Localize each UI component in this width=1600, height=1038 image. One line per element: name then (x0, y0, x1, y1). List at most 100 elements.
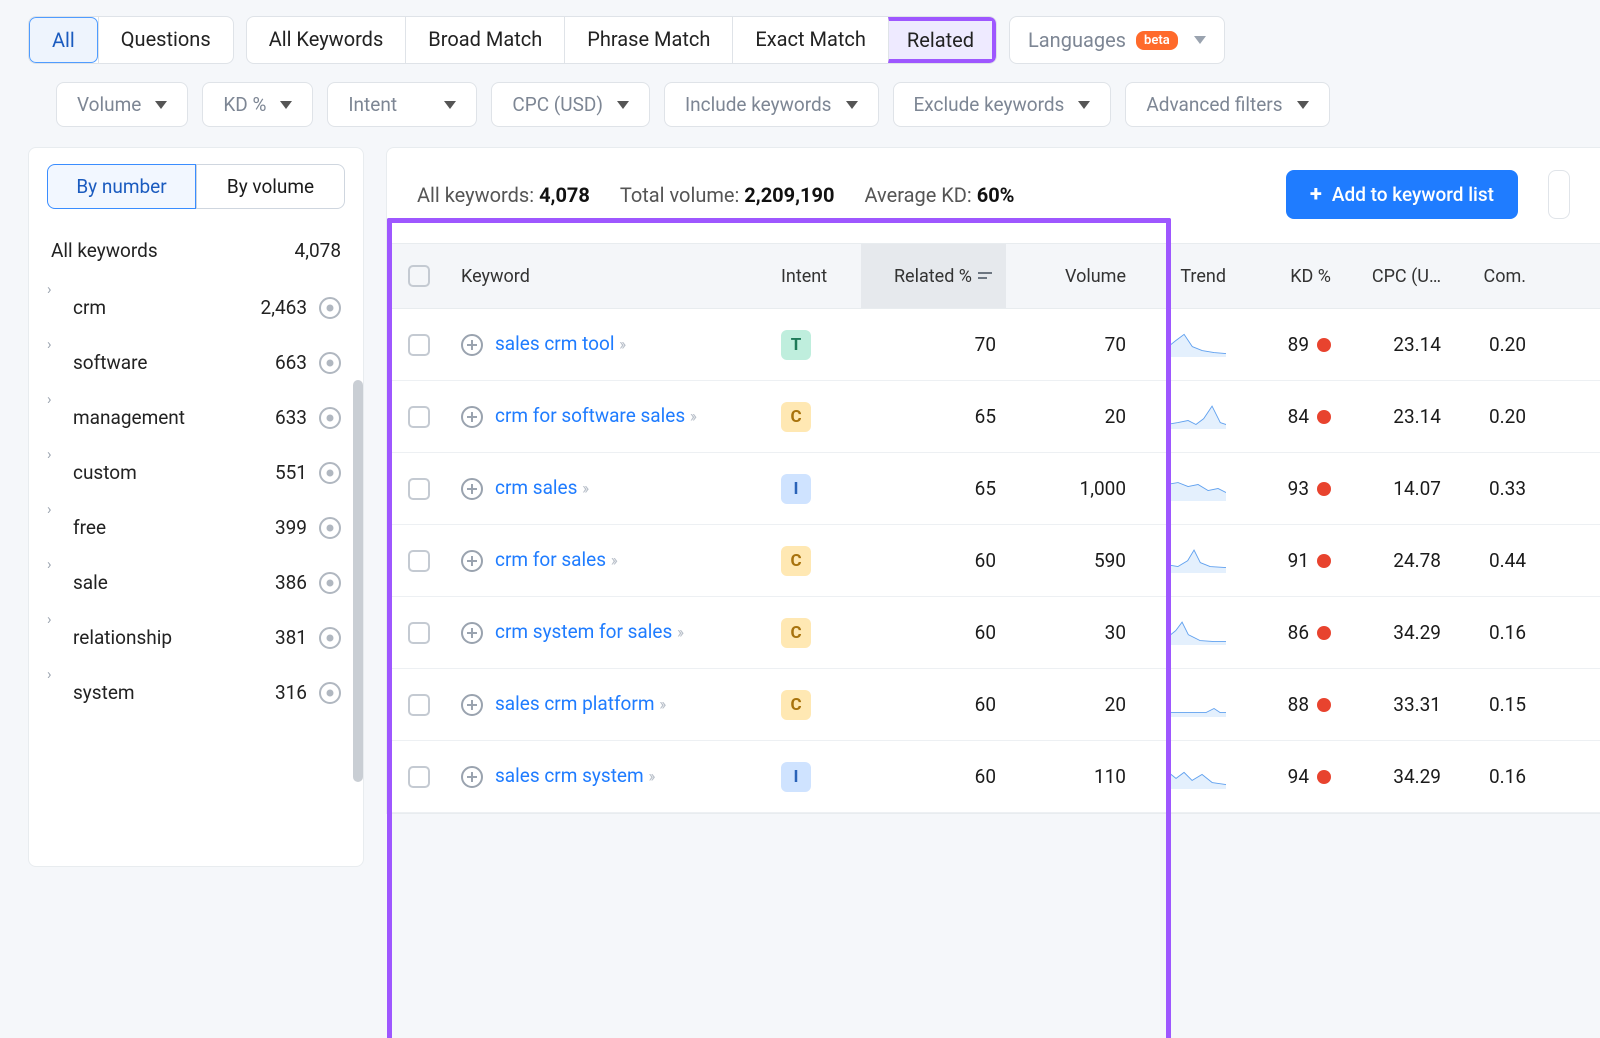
tab-broad-match[interactable]: Broad Match (405, 17, 564, 63)
open-icon[interactable]: ›› (677, 623, 681, 643)
filter-advanced[interactable]: Advanced filters (1125, 82, 1329, 127)
chevron-down-icon (617, 101, 629, 109)
eye-icon[interactable] (319, 462, 341, 484)
eye-icon[interactable] (319, 682, 341, 704)
col-keyword[interactable]: Keyword (451, 244, 771, 308)
filter-exclude[interactable]: Exclude keywords (893, 82, 1112, 127)
keyword-link[interactable]: crm for sales (495, 548, 606, 571)
sidebar-item-count: 2,463 (261, 296, 307, 319)
eye-icon[interactable] (319, 407, 341, 429)
tab-exact-match[interactable]: Exact Match (732, 17, 888, 63)
cell-cpc: 34.29 (1341, 765, 1451, 788)
intent-badge: I (781, 474, 811, 504)
cell-related: 60 (861, 765, 1006, 788)
cell-related: 70 (861, 333, 1006, 356)
add-to-keyword-list-button[interactable]: + Add to keyword list (1286, 170, 1518, 219)
open-icon[interactable]: ›› (690, 407, 694, 427)
sidebar-item-crm[interactable]: crm 2,463 (29, 280, 363, 335)
cell-cpc: 14.07 (1341, 477, 1451, 500)
sidebar-item-software[interactable]: software 663 (29, 335, 363, 390)
sidebar-item-count: 386 (275, 571, 307, 594)
sidebar-item-label: system (73, 681, 135, 704)
tab-all[interactable]: All (29, 17, 98, 63)
sidebar-item-system[interactable]: system 316 (29, 665, 363, 720)
tab-all-keywords[interactable]: All Keywords (247, 17, 406, 63)
eye-icon[interactable] (319, 517, 341, 539)
sidebar-item-relationship[interactable]: relationship 381 (29, 610, 363, 665)
col-volume[interactable]: Volume (1006, 244, 1136, 308)
chevron-down-icon (1078, 101, 1090, 109)
sidebar-item-sale[interactable]: sale 386 (29, 555, 363, 610)
row-checkbox[interactable] (408, 694, 430, 716)
filter-kd[interactable]: KD % (202, 82, 313, 127)
filter-intent[interactable]: Intent (327, 82, 477, 127)
tab-phrase-match[interactable]: Phrase Match (564, 17, 732, 63)
row-checkbox[interactable] (408, 550, 430, 572)
expand-icon[interactable] (461, 478, 483, 500)
cell-com: 0.44 (1451, 549, 1536, 572)
intent-badge: T (781, 330, 811, 360)
row-checkbox[interactable] (408, 622, 430, 644)
toggle-by-number[interactable]: By number (47, 164, 196, 209)
eye-icon[interactable] (319, 572, 341, 594)
languages-dropdown[interactable]: Languages beta (1009, 16, 1225, 64)
open-icon[interactable]: ›› (582, 479, 586, 499)
col-trend[interactable]: Trend (1136, 244, 1236, 308)
select-all-checkbox[interactable] (408, 265, 430, 287)
keyword-link[interactable]: crm sales (495, 476, 577, 499)
toggle-by-volume[interactable]: By volume (196, 164, 345, 209)
row-checkbox[interactable] (408, 478, 430, 500)
cell-volume: 110 (1006, 765, 1136, 788)
difficulty-dot-icon (1317, 482, 1331, 496)
open-icon[interactable]: ›› (648, 767, 652, 787)
filter-volume[interactable]: Volume (56, 82, 188, 127)
row-checkbox[interactable] (408, 766, 430, 788)
eye-icon[interactable] (319, 352, 341, 374)
sidebar-item-management[interactable]: management 633 (29, 390, 363, 445)
overflow-button[interactable] (1548, 170, 1570, 219)
col-intent[interactable]: Intent (771, 244, 861, 308)
expand-icon[interactable] (461, 766, 483, 788)
expand-icon[interactable] (461, 694, 483, 716)
eye-icon[interactable] (319, 297, 341, 319)
cell-kd: 86 (1236, 621, 1341, 644)
expand-icon[interactable] (461, 550, 483, 572)
cell-volume: 70 (1006, 333, 1136, 356)
trend-sparkline (1166, 693, 1226, 717)
eye-icon[interactable] (319, 627, 341, 649)
sidebar-item-free[interactable]: free 399 (29, 500, 363, 555)
difficulty-dot-icon (1317, 554, 1331, 568)
expand-icon[interactable] (461, 622, 483, 644)
tab-questions[interactable]: Questions (98, 17, 233, 63)
keyword-link[interactable]: sales crm system (495, 764, 644, 787)
expand-icon[interactable] (461, 406, 483, 428)
col-kd[interactable]: KD % (1236, 244, 1341, 308)
difficulty-dot-icon (1317, 338, 1331, 352)
open-icon[interactable]: ›› (611, 551, 615, 571)
col-cpc[interactable]: CPC (U… (1341, 244, 1451, 308)
expand-icon[interactable] (461, 334, 483, 356)
keyword-link[interactable]: sales crm platform (495, 692, 655, 715)
keyword-link[interactable]: crm system for sales (495, 620, 672, 643)
open-icon[interactable]: ›› (619, 335, 623, 355)
sidebar-all-keywords[interactable]: All keywords 4,078 (29, 225, 363, 276)
row-checkbox[interactable] (408, 406, 430, 428)
col-com[interactable]: Com. (1451, 244, 1536, 308)
keyword-link[interactable]: crm for software sales (495, 404, 685, 427)
sidebar-item-label: sale (73, 571, 108, 594)
cell-related: 65 (861, 405, 1006, 428)
filter-cpc[interactable]: CPC (USD) (491, 82, 650, 127)
sidebar-item-label: management (73, 406, 185, 429)
filter-include[interactable]: Include keywords (664, 82, 879, 127)
open-icon[interactable]: ›› (659, 695, 663, 715)
scrollbar[interactable] (353, 380, 363, 782)
cell-related: 60 (861, 621, 1006, 644)
intent-badge: C (781, 690, 811, 720)
chevron-right-icon: › (47, 335, 52, 353)
sidebar-item-custom[interactable]: custom 551 (29, 445, 363, 500)
tab-related[interactable]: Related (888, 17, 996, 63)
trend-sparkline (1166, 477, 1226, 501)
col-related[interactable]: Related % (861, 244, 1006, 308)
row-checkbox[interactable] (408, 334, 430, 356)
keyword-link[interactable]: sales crm tool (495, 332, 614, 355)
